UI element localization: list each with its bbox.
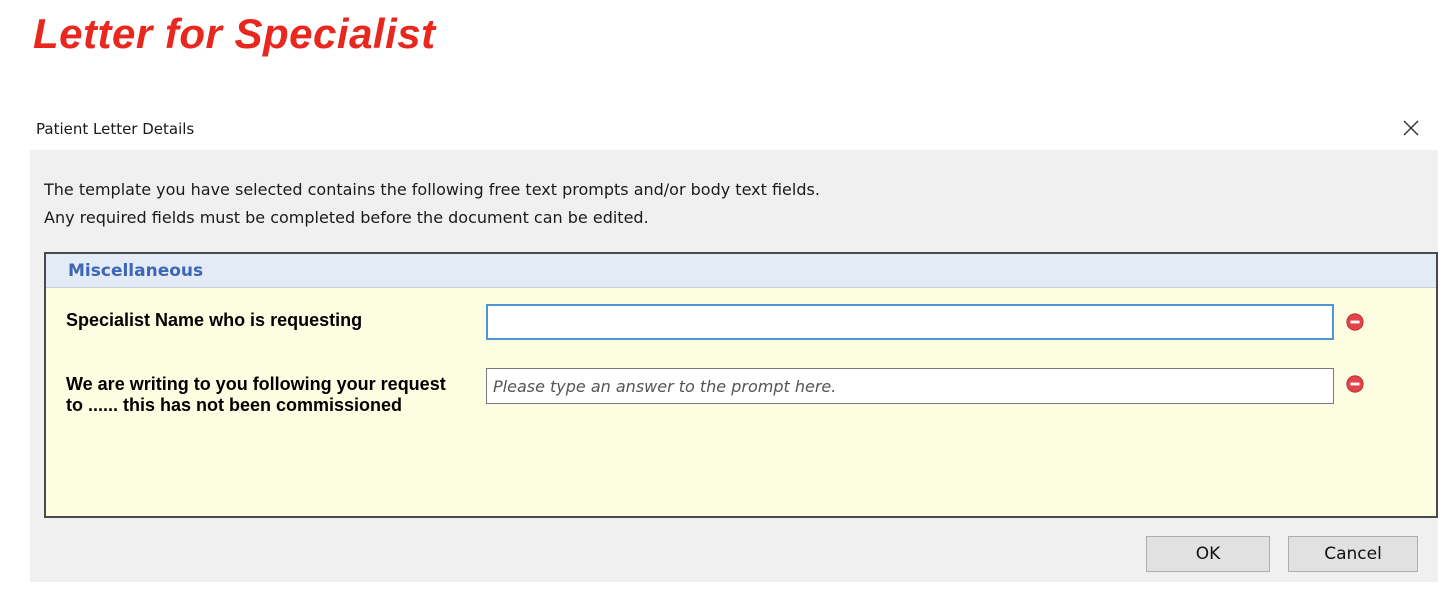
remove-prompt-button[interactable] [1346, 375, 1364, 393]
prompts-panel: Miscellaneous Specialist Name who is req… [44, 252, 1438, 518]
intro-text: The template you have selected contains … [44, 176, 1404, 232]
close-button[interactable] [1398, 115, 1424, 141]
section-title: Miscellaneous [68, 261, 204, 281]
remove-icon [1346, 313, 1364, 331]
prompt-label-specialist-name: Specialist Name who is requesting [66, 310, 363, 330]
prompt-label-request: We are writing to you following your req… [66, 374, 446, 415]
dialog-titlebar: Patient Letter Details [30, 108, 1438, 150]
section-header: Miscellaneous [46, 254, 1436, 288]
intro-line-1: The template you have selected contains … [44, 180, 820, 199]
dialog-title: Patient Letter Details [36, 120, 195, 138]
intro-line-2: Any required fields must be completed be… [44, 208, 649, 227]
patient-letter-dialog: Patient Letter Details The template you … [30, 108, 1438, 582]
request-answer-input[interactable] [486, 368, 1334, 404]
remove-prompt-button[interactable] [1346, 313, 1364, 331]
close-icon [1403, 120, 1419, 136]
remove-icon [1346, 375, 1364, 393]
specialist-name-input[interactable] [486, 304, 1334, 340]
ok-button[interactable]: OK [1146, 536, 1270, 572]
page-title: Letter for Specialist [33, 10, 436, 57]
cancel-button[interactable]: Cancel [1288, 536, 1418, 572]
